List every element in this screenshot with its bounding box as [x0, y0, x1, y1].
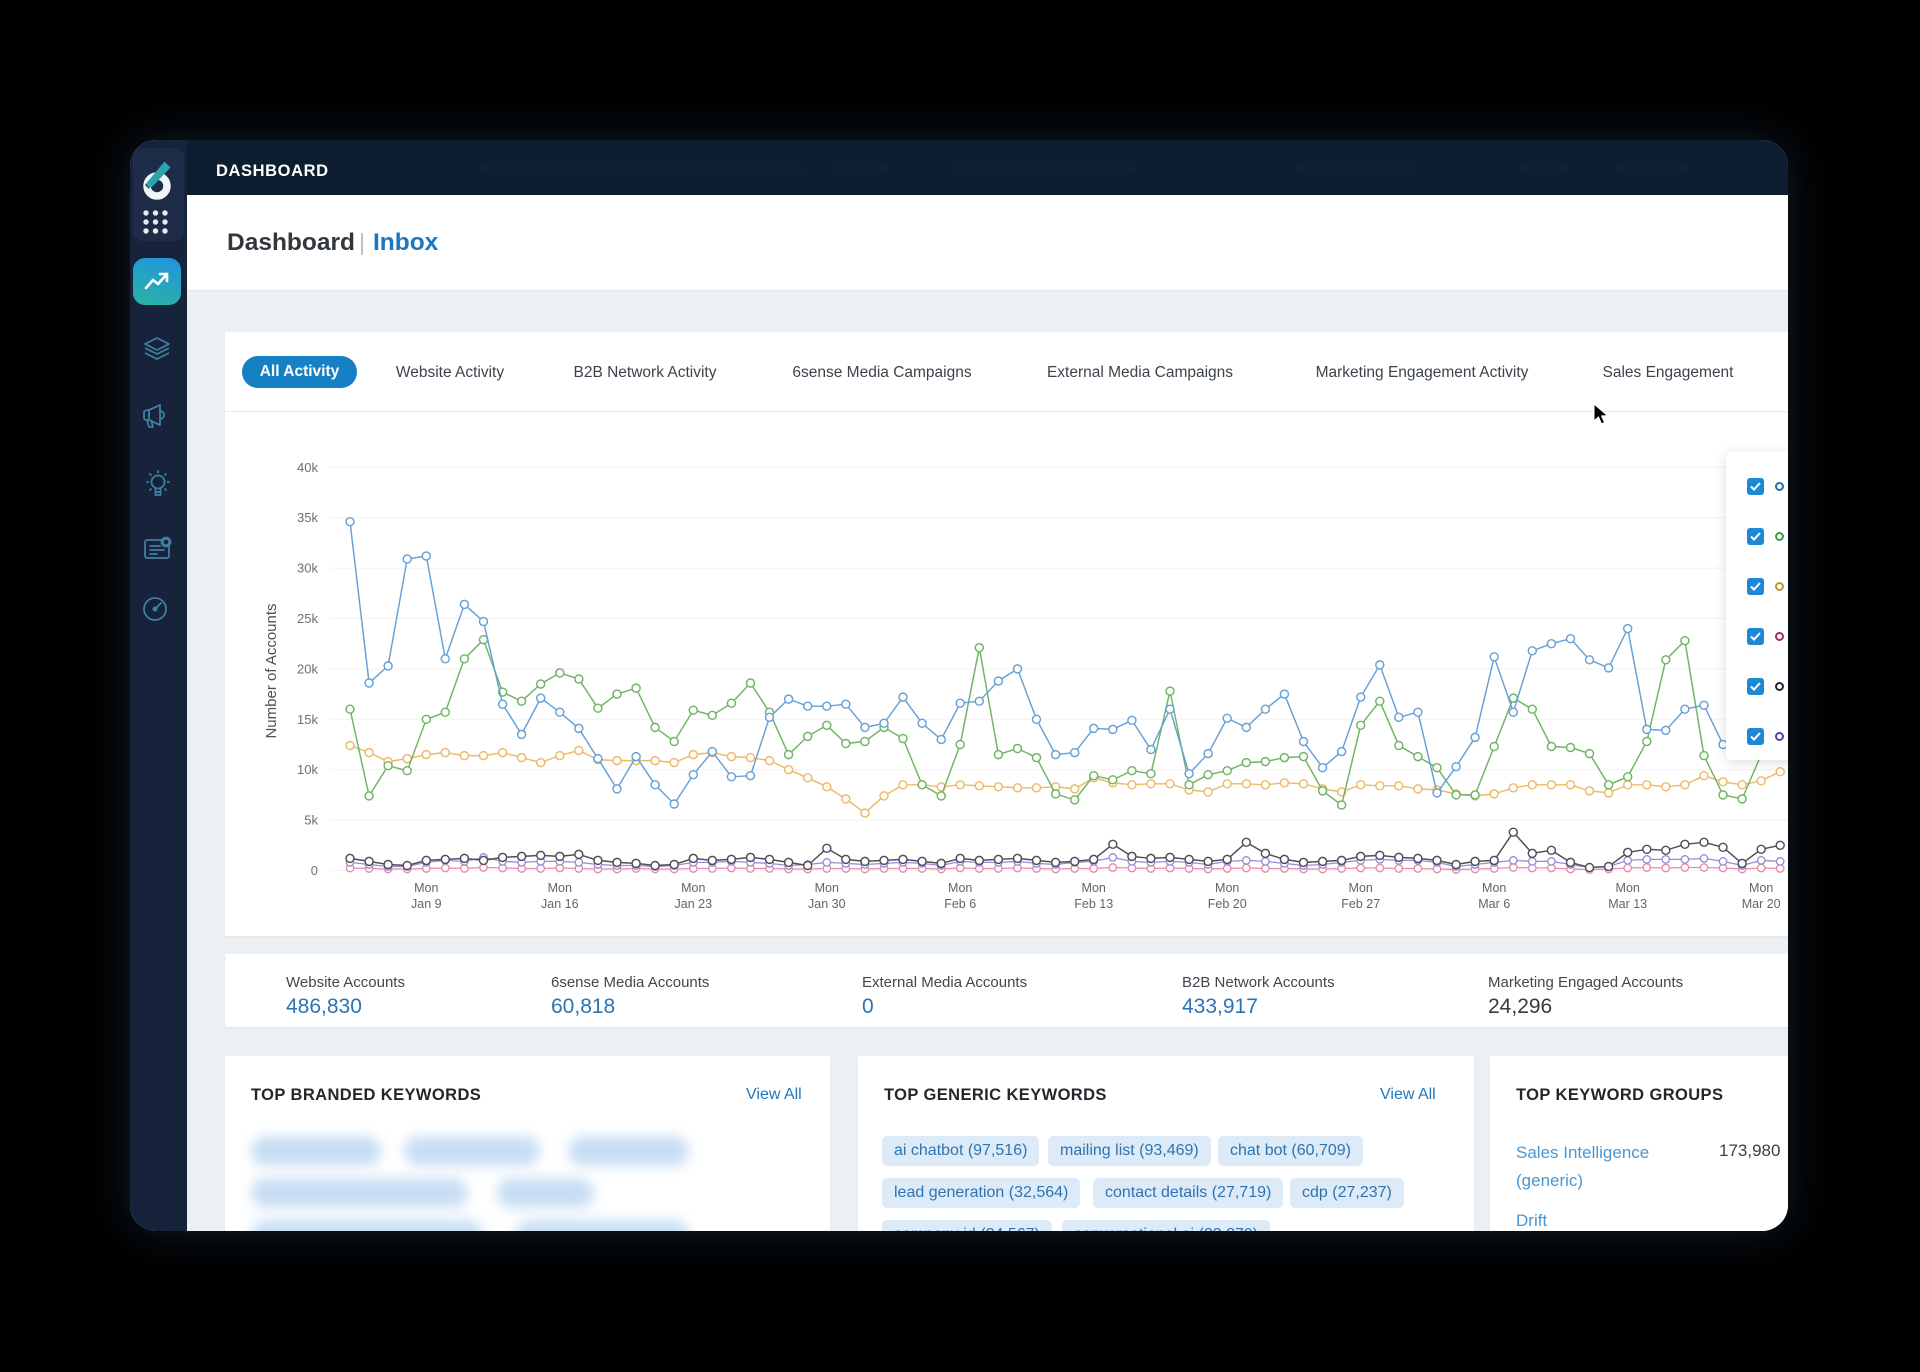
svg-text:Feb 20: Feb 20: [1208, 897, 1247, 911]
svg-text:Mar 6: Mar 6: [1478, 897, 1510, 911]
svg-text:Mon: Mon: [414, 881, 438, 895]
svg-text:0: 0: [311, 863, 318, 878]
svg-text:Feb 13: Feb 13: [1074, 897, 1113, 911]
svg-text:35k: 35k: [297, 510, 318, 525]
svg-text:Mon: Mon: [1616, 881, 1640, 895]
svg-text:40k: 40k: [297, 460, 318, 475]
svg-text:Mon: Mon: [1215, 881, 1239, 895]
svg-text:Jan 30: Jan 30: [808, 897, 846, 911]
svg-text:10k: 10k: [297, 762, 318, 777]
svg-text:Jan 16: Jan 16: [541, 897, 579, 911]
svg-text:Mar 20: Mar 20: [1742, 897, 1781, 911]
svg-text:Mon: Mon: [1349, 881, 1373, 895]
svg-text:Mar 13: Mar 13: [1608, 897, 1647, 911]
svg-text:15k: 15k: [297, 712, 318, 727]
svg-text:Mon: Mon: [815, 881, 839, 895]
svg-text:Mon: Mon: [1749, 881, 1773, 895]
svg-text:Number of Accounts: Number of Accounts: [263, 603, 280, 738]
svg-text:Feb 6: Feb 6: [944, 897, 976, 911]
svg-text:Feb 27: Feb 27: [1341, 897, 1380, 911]
svg-text:Mon: Mon: [681, 881, 705, 895]
svg-text:30k: 30k: [297, 561, 318, 576]
svg-text:Mon: Mon: [548, 881, 572, 895]
svg-text:Jan 23: Jan 23: [675, 897, 713, 911]
svg-text:Mon: Mon: [948, 881, 972, 895]
svg-text:Mon: Mon: [1482, 881, 1506, 895]
svg-text:Mon: Mon: [1082, 881, 1106, 895]
svg-text:20k: 20k: [297, 661, 318, 676]
svg-text:Jan 9: Jan 9: [411, 897, 442, 911]
svg-text:5k: 5k: [304, 813, 318, 828]
svg-text:25k: 25k: [297, 611, 318, 626]
